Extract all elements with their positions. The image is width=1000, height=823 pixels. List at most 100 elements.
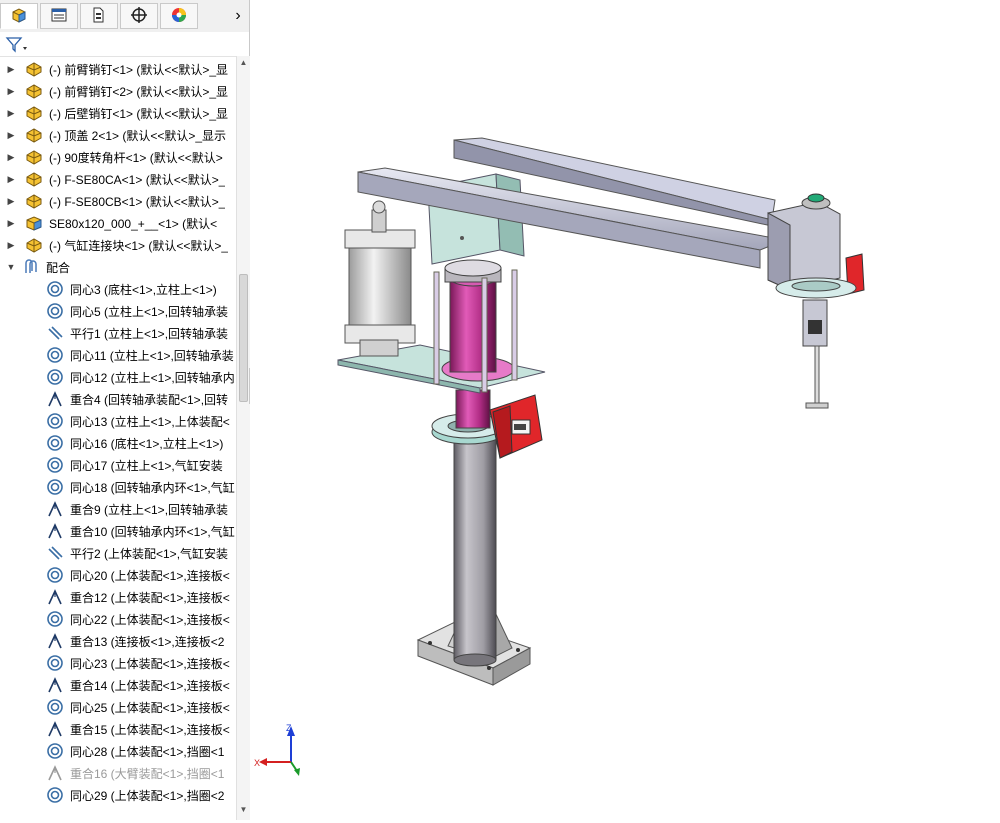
tree-mate-item[interactable]: 同心18 (回转轴承内环<1>,气缸	[0, 476, 236, 498]
expand-arrow-icon[interactable]: ▶	[5, 64, 17, 75]
expand-arrow-icon[interactable]: ▶	[5, 240, 17, 251]
tree-item-label: 同心17 (立柱上<1>,气缸安装	[70, 458, 223, 473]
tree-component-item[interactable]: ▶ (-) 前臂销钉<2> (默认<<默认>_显	[0, 80, 236, 102]
tree-item-label: 重合9 (立柱上<1>,回转轴承装	[70, 502, 229, 517]
tree-mate-item[interactable]: 同心29 (上体装配<1>,挡圈<2	[0, 784, 236, 806]
lower-motor-housing[interactable]	[489, 394, 543, 459]
tree-item-label: 重合10 (回转轴承内环<1>,气缸	[70, 524, 235, 539]
tree-component-item[interactable]: ▶ SE80x120_000_+__<1> (默认<	[0, 212, 236, 234]
concentric-mate-icon	[46, 302, 64, 320]
tree-item-label: (-) 前臂销钉<1> (默认<<默认>_显	[49, 62, 229, 77]
tree-mate-item[interactable]: 重合10 (回转轴承内环<1>,气缸	[0, 520, 236, 542]
tree-mate-item[interactable]: 重合4 (回转轴承装配<1>,回转	[0, 388, 236, 410]
expand-arrow-icon[interactable]: ▶	[5, 152, 17, 163]
end-effector-housing[interactable]	[767, 193, 865, 409]
tree-component-item[interactable]: ▶ (-) 顶盖 2<1> (默认<<默认>_显示	[0, 124, 236, 146]
expand-arrow-icon[interactable]: ▶	[5, 108, 17, 119]
filter-icon[interactable]	[5, 35, 29, 56]
scroll-up-arrow[interactable]: ▲	[239, 58, 248, 67]
tree-item-label: 同心28 (上体装配<1>,挡圈<1	[70, 744, 225, 759]
tree-item-label: (-) 90度转角杆<1> (默认<<默认>	[49, 150, 223, 165]
collapse-arrow-icon[interactable]: ▼	[5, 262, 17, 272]
coincident-mate-icon	[46, 720, 64, 738]
tree-mate-item[interactable]: 同心16 (底柱<1>,立柱上<1>)	[0, 432, 236, 454]
tree-component-item[interactable]: ▶ (-) F-SE80CA<1> (默认<<默认>_	[0, 168, 236, 190]
expand-arrow-icon[interactable]: ▶	[5, 86, 17, 97]
tree-mate-item[interactable]: 同心22 (上体装配<1>,连接板<	[0, 608, 236, 630]
tree-mate-item[interactable]: 重合15 (上体装配<1>,连接板<	[0, 718, 236, 740]
tree-mate-item[interactable]: 平行2 (上体装配<1>,气缸安装	[0, 542, 236, 564]
tree-mate-item[interactable]: 重合13 (连接板<1>,连接板<2	[0, 630, 236, 652]
tree-item-label: 同心22 (上体装配<1>,连接板<	[70, 612, 230, 627]
tree-item-label: 重合15 (上体装配<1>,连接板<	[70, 722, 230, 737]
feature-manager-panel: › ▶ (-) 前臂销钉<1> (默认<<默认>_显 ▶ (-) 前臂销钉<2> (默…	[0, 0, 250, 820]
featuremanager-tab[interactable]	[0, 3, 38, 29]
part-icon	[25, 104, 43, 122]
tree-mate-item[interactable]: 重合16 (大臂装配<1>,挡圈<1	[0, 762, 236, 784]
concentric-mate-icon	[46, 346, 64, 364]
tree-mate-item[interactable]: 重合9 (立柱上<1>,回转轴承装	[0, 498, 236, 520]
configurationmanager-tab-icon	[90, 6, 108, 27]
tree-mate-item[interactable]: 同心12 (立柱上<1>,回转轴承内	[0, 366, 236, 388]
scroll-down-arrow[interactable]: ▼	[239, 805, 248, 814]
tree-mate-item[interactable]: 平行1 (立柱上<1>,回转轴承装	[0, 322, 236, 344]
tree-component-item[interactable]: ▶ (-) 后壁销钉<1> (默认<<默认>_显	[0, 102, 236, 124]
tree-mate-item[interactable]: 同心3 (底柱<1>,立柱上<1>)	[0, 278, 236, 300]
concentric-mate-icon	[46, 456, 64, 474]
tree-component-item[interactable]: ▶ (-) F-SE80CB<1> (默认<<默认>_	[0, 190, 236, 212]
tree-mate-item[interactable]: 同心5 (立柱上<1>,回转轴承装	[0, 300, 236, 322]
part-icon	[25, 148, 43, 166]
concentric-mate-icon	[46, 434, 64, 452]
tree-item-label: (-) 后壁销钉<1> (默认<<默认>_显	[49, 106, 229, 121]
part-icon	[25, 170, 43, 188]
tree-item-label: 同心5 (立柱上<1>,回转轴承装	[70, 304, 229, 319]
configurationmanager-tab[interactable]	[80, 3, 118, 29]
concentric-mate-icon	[46, 610, 64, 628]
tree-item-label: (-) F-SE80CB<1> (默认<<默认>_	[49, 194, 226, 209]
tree-component-item[interactable]: ▶ (-) 90度转角杆<1> (默认<<默认>	[0, 146, 236, 168]
tree-item-label: 重合14 (上体装配<1>,连接板<	[70, 678, 230, 693]
tree-mate-item[interactable]: 同心20 (上体装配<1>,连接板<	[0, 564, 236, 586]
tree-item-label: 同心3 (底柱<1>,立柱上<1>)	[70, 282, 217, 297]
main-column[interactable]	[453, 439, 497, 667]
tree-mates-folder[interactable]: ▼ 配合	[0, 256, 236, 278]
tree-mate-item[interactable]: 同心17 (立柱上<1>,气缸安装	[0, 454, 236, 476]
graphics-area[interactable]: Z X	[250, 0, 1000, 820]
expand-arrow-icon[interactable]: ▶	[5, 218, 17, 229]
tree-item-label: 同心12 (立柱上<1>,回转轴承内	[70, 370, 235, 385]
lift-piston[interactable]	[444, 259, 502, 373]
tree-component-item[interactable]: ▶ (-) 前臂销钉<1> (默认<<默认>_显	[0, 58, 236, 80]
coincident-mate-icon	[46, 632, 64, 650]
tree-mate-item[interactable]: 同心23 (上体装配<1>,连接板<	[0, 652, 236, 674]
tabs-scroll-right-icon[interactable]: ›	[231, 6, 245, 26]
main-arm[interactable]	[357, 137, 787, 269]
expand-arrow-icon[interactable]: ▶	[5, 196, 17, 207]
tree-mate-item[interactable]: 同心28 (上体装配<1>,挡圈<1	[0, 740, 236, 762]
display-manager-tab[interactable]	[160, 3, 198, 29]
pneumatic-cylinder[interactable]	[344, 200, 416, 357]
tree-item-label: (-) 顶盖 2<1> (默认<<默认>_显示	[49, 128, 227, 143]
concentric-mate-icon	[46, 742, 64, 760]
scrollbar-thumb[interactable]	[239, 274, 248, 402]
propertymanager-tab[interactable]	[40, 3, 78, 29]
concentric-mate-icon	[46, 368, 64, 386]
concentric-mate-icon	[46, 786, 64, 804]
tree-item-label: 同心16 (底柱<1>,立柱上<1>)	[70, 436, 224, 451]
tree-item-label: (-) F-SE80CA<1> (默认<<默认>_	[49, 172, 226, 187]
expand-arrow-icon[interactable]: ▶	[5, 130, 17, 141]
tree-scrollbar[interactable]: ▲ ▼	[236, 56, 250, 820]
tree-item-label: 同心29 (上体装配<1>,挡圈<2	[70, 788, 225, 803]
part-icon	[25, 60, 43, 78]
tree-mate-item[interactable]: 同心13 (立柱上<1>,上体装配<	[0, 410, 236, 432]
part-icon	[25, 236, 43, 254]
tree-component-item[interactable]: ▶ (-) 气缸连接块<1> (默认<<默认>_	[0, 234, 236, 256]
tree-mate-item[interactable]: 同心25 (上体装配<1>,连接板<	[0, 696, 236, 718]
concentric-mate-icon	[46, 280, 64, 298]
coincident-mate-icon	[46, 522, 64, 540]
triad-x-label: X	[254, 758, 260, 768]
dimxpert-tab[interactable]	[120, 3, 158, 29]
tree-mate-item[interactable]: 同心11 (立柱上<1>,回转轴承装	[0, 344, 236, 366]
expand-arrow-icon[interactable]: ▶	[5, 174, 17, 185]
tree-mate-item[interactable]: 重合12 (上体装配<1>,连接板<	[0, 586, 236, 608]
tree-mate-item[interactable]: 重合14 (上体装配<1>,连接板<	[0, 674, 236, 696]
